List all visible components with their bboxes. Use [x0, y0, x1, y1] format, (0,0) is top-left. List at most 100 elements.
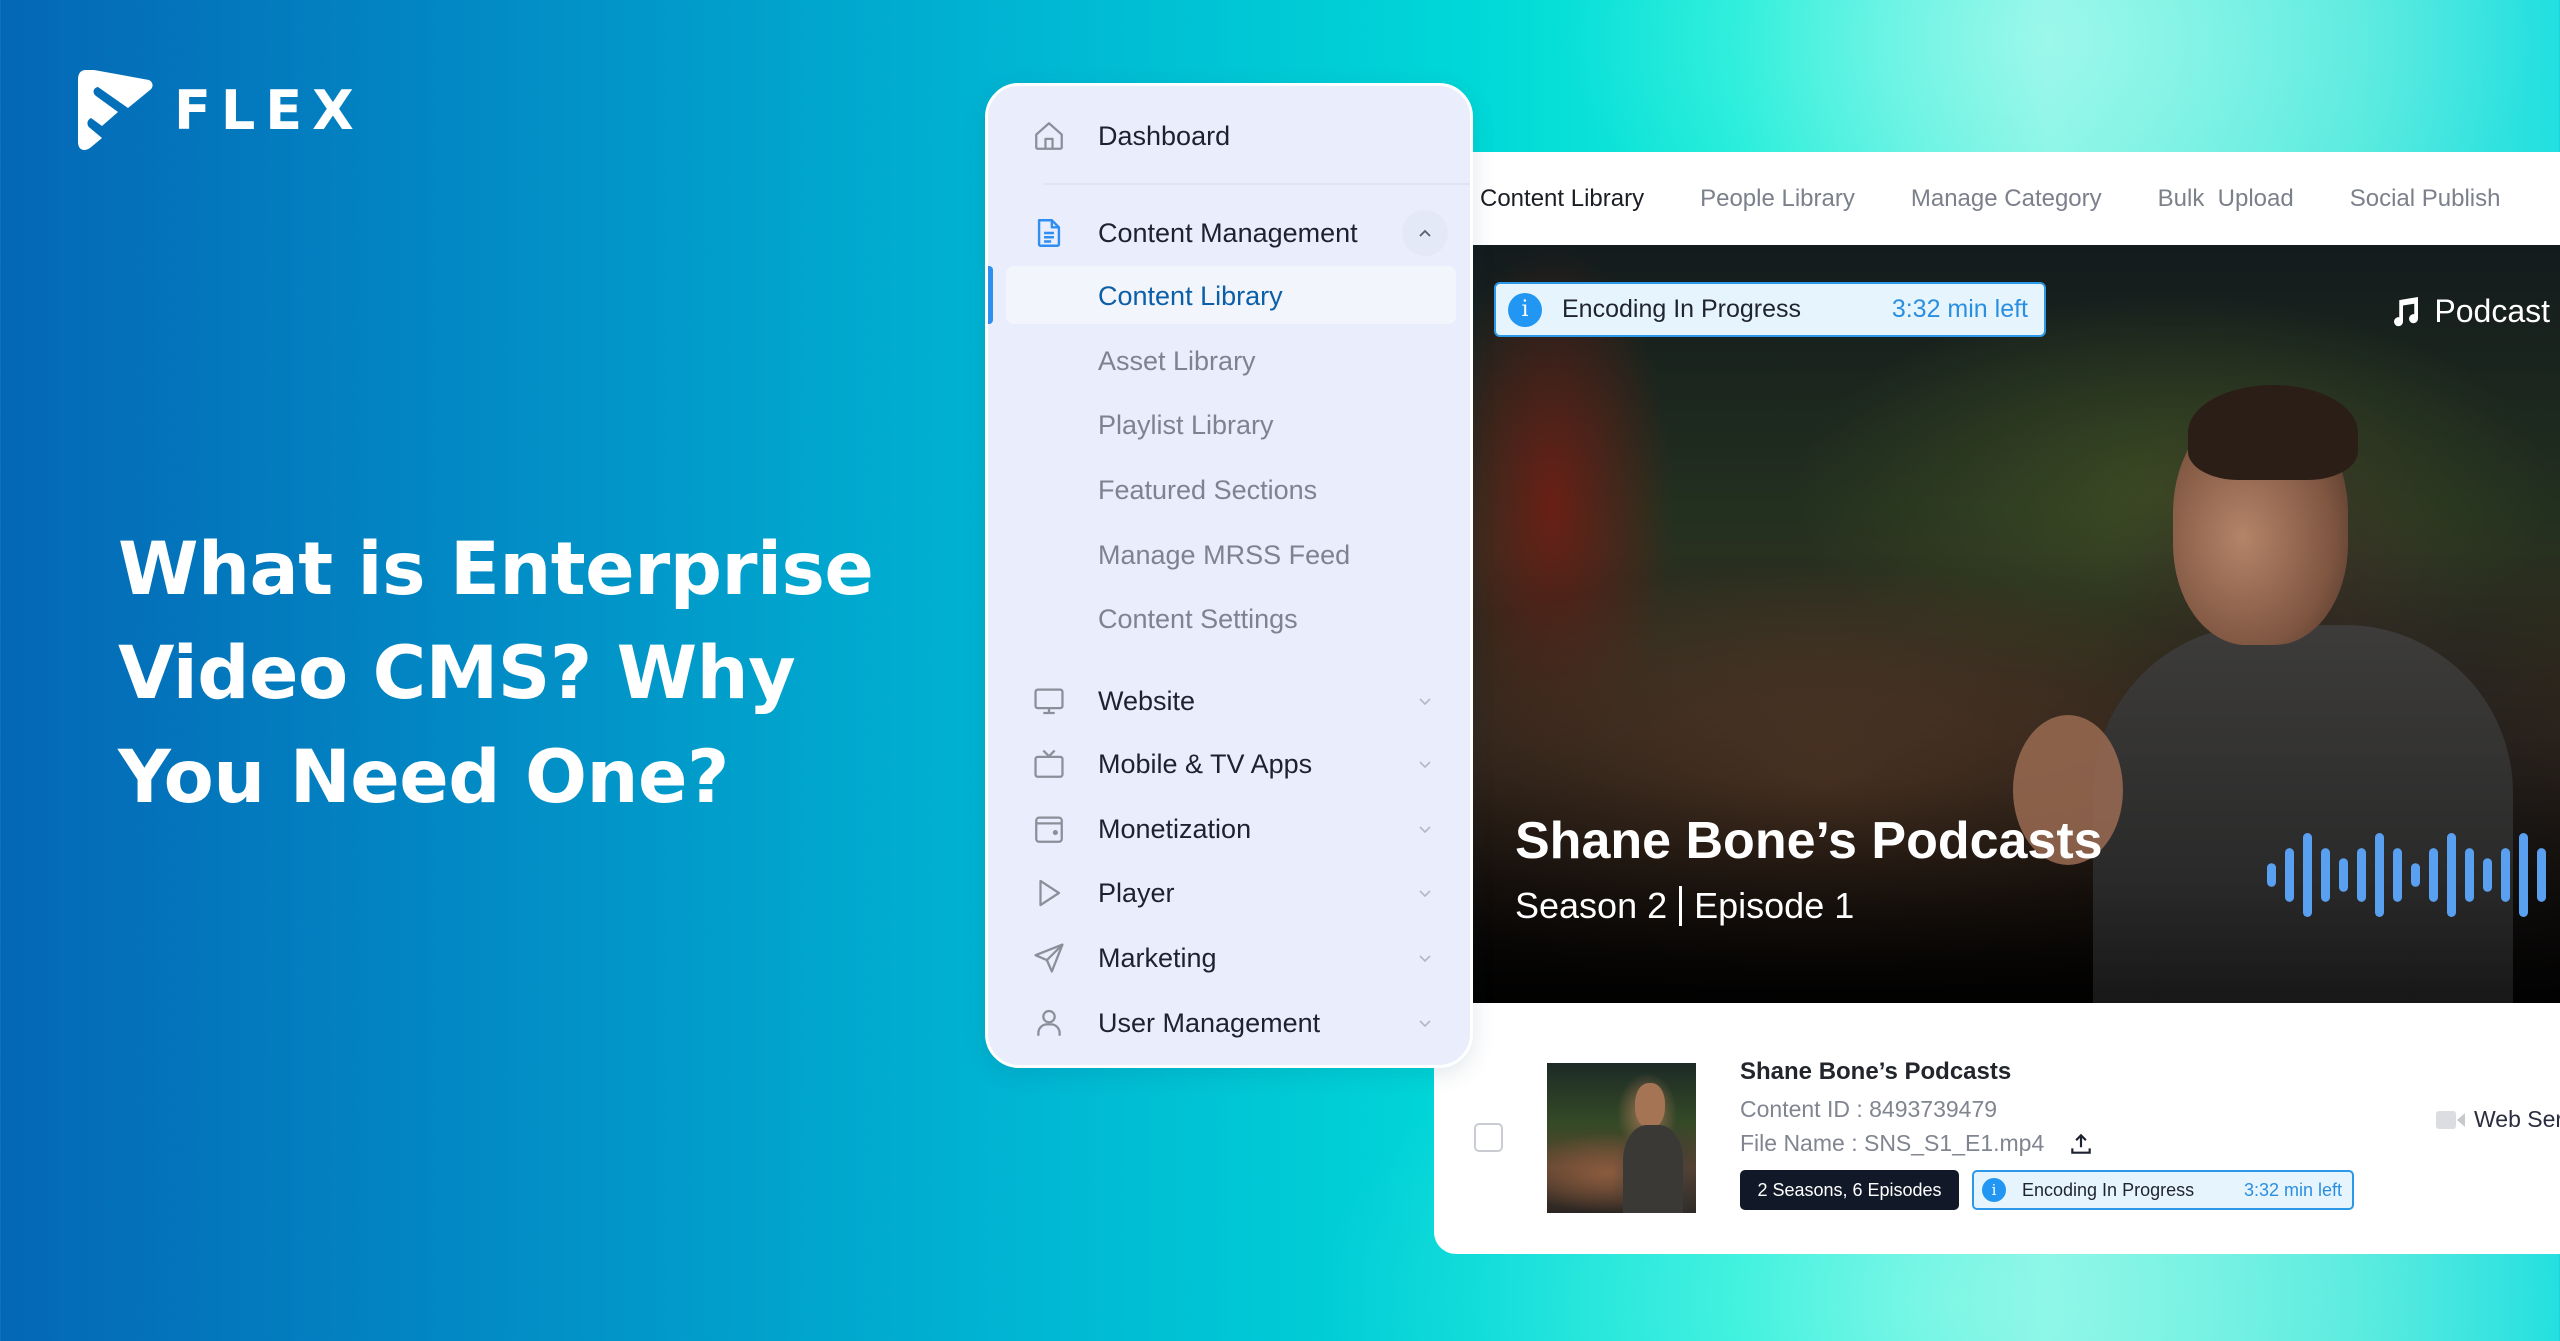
content-type-label: Web Ser	[2474, 1106, 2560, 1132]
content-tabs: Content Library People Library Manage Ca…	[1473, 152, 2560, 245]
sidebar-subitem-content-library[interactable]: Content Library	[988, 266, 1470, 326]
waveform-bar	[2321, 848, 2330, 902]
waveform-bar	[2537, 848, 2546, 902]
thumbnail-speaker-body	[1623, 1125, 1683, 1213]
separator	[1679, 886, 1683, 926]
chevron-down-icon[interactable]	[1408, 941, 1442, 975]
waveform-bar	[2267, 863, 2276, 887]
home-icon	[1031, 118, 1067, 154]
tab-people-library[interactable]: People Library	[1700, 185, 1855, 213]
tab-bulk-upload[interactable]: Bulk Upload	[2158, 185, 2294, 213]
sidebar-item-website[interactable]: Website	[988, 671, 1470, 731]
sidebar-subitem-content-settings[interactable]: Content Settings	[988, 589, 1470, 649]
sidebar-subitem-label: Content Library	[1098, 280, 1283, 311]
waveform-bar	[2519, 833, 2528, 917]
document-icon	[1031, 215, 1067, 251]
audio-waveform	[2267, 833, 2546, 917]
content-row[interactable]: Shane Bone’s Podcasts Content ID : 84937…	[1434, 1003, 2560, 1254]
encoding-label: Encoding In Progress	[2022, 1179, 2195, 1200]
chevron-down-icon[interactable]	[1408, 684, 1442, 718]
play-icon	[1031, 875, 1067, 911]
sidebar-item-label: Marketing	[1098, 942, 1217, 973]
sidebar-item-label: Website	[1098, 685, 1196, 716]
sidebar-item-user-management[interactable]: User Management	[988, 993, 1470, 1053]
thumbnail-speaker-head	[1635, 1083, 1665, 1128]
encoding-time-left: 3:32 min left	[1891, 295, 2028, 323]
sidebar-item-label: Player	[1098, 877, 1175, 908]
headline-line-1: What is Enterprise	[118, 527, 874, 612]
encoding-time-left: 3:32 min left	[2243, 1179, 2342, 1200]
content-type-tag: Podcast	[2388, 293, 2550, 330]
hero-image-speaker-hair	[2188, 385, 2358, 480]
sidebar-item-label: Monetization	[1098, 813, 1252, 844]
sidebar-subitem-asset-library[interactable]: Asset Library	[988, 331, 1470, 391]
monitor-icon	[1031, 683, 1067, 719]
logo-text: FLEX	[174, 78, 364, 142]
chevron-down-icon[interactable]	[1408, 1006, 1442, 1040]
sidebar-subitem-label: Playlist Library	[1098, 409, 1274, 440]
hero-title: Shane Bone’s Podcasts	[1515, 812, 2103, 870]
hero-episode: Episode 1	[1694, 885, 1855, 926]
tab-content-library[interactable]: Content Library	[1480, 185, 1644, 213]
sidebar-item-player[interactable]: Player	[988, 863, 1470, 923]
video-camera-icon	[2436, 1110, 2465, 1129]
seasons-badge: 2 Seasons, 6 Episodes	[1740, 1170, 1959, 1210]
sidebar-subitem-featured-sections[interactable]: Featured Sections	[988, 460, 1470, 520]
hero-preview[interactable]: i Encoding In Progress 3:32 min left Pod…	[1473, 245, 2560, 1003]
sidebar-item-label: User Management	[1098, 1007, 1321, 1038]
headline-line-2: Video CMS? Why	[118, 631, 796, 716]
flex-play-logo-icon	[78, 70, 153, 150]
sidebar-divider	[1043, 183, 1470, 185]
hero-image-speaker-body	[2093, 625, 2513, 1003]
sidebar-item-label: Content Management	[1098, 217, 1358, 248]
sidebar-item-marketing[interactable]: Marketing	[988, 928, 1470, 988]
send-icon	[1031, 940, 1067, 976]
flex-logo: FLEX	[78, 68, 364, 152]
waveform-bar	[2339, 858, 2348, 892]
chevron-down-icon[interactable]	[1408, 876, 1442, 910]
content-title[interactable]: Shane Bone’s Podcasts	[1740, 1058, 2011, 1086]
waveform-bar	[2429, 848, 2438, 902]
sidebar-item-mobile-tv-apps[interactable]: Mobile & TV Apps	[988, 734, 1470, 794]
info-icon: i	[1982, 1178, 2006, 1202]
chevron-up-icon[interactable]	[1402, 210, 1448, 256]
sidebar-item-label: Dashboard	[1098, 120, 1231, 151]
content-thumbnail[interactable]	[1547, 1063, 1696, 1213]
waveform-bar	[2411, 863, 2420, 887]
sidebar-item-dashboard[interactable]: Dashboard	[988, 106, 1470, 166]
tab-manage-category[interactable]: Manage Category	[1911, 185, 2102, 213]
encoding-status-badge: i Encoding In Progress 3:32 min left	[1494, 282, 2046, 337]
chevron-down-icon[interactable]	[1408, 747, 1442, 781]
tv-icon	[1031, 746, 1067, 782]
row-checkbox[interactable]	[1474, 1123, 1503, 1152]
sidebar-subitem-label: Featured Sections	[1098, 474, 1318, 505]
sidebar-item-label: Mobile & TV Apps	[1098, 748, 1313, 779]
hero-season-episode: Season 2 Episode 1	[1515, 885, 1854, 927]
content-type: Web Ser	[2436, 1106, 2560, 1133]
waveform-bar	[2501, 848, 2510, 902]
hero-season: Season 2	[1515, 885, 1668, 926]
upload-icon[interactable]	[2068, 1131, 2094, 1157]
sidebar-item-content-management[interactable]: Content Management	[988, 203, 1470, 263]
sidebar-subitem-label: Asset Library	[1098, 345, 1256, 376]
sidebar-item-monetization[interactable]: Monetization	[988, 799, 1470, 859]
info-icon: i	[1508, 292, 1542, 327]
encoding-label: Encoding In Progress	[1562, 295, 1802, 323]
waveform-bar	[2393, 848, 2402, 902]
chevron-down-icon[interactable]	[1408, 812, 1442, 846]
sidebar: Dashboard Content Management Content Lib…	[985, 83, 1473, 1068]
content-file-name: File Name : SNS_S1_E1.mp4	[1740, 1130, 2045, 1156]
headline: What is Enterprise Video CMS? Why You Ne…	[118, 518, 878, 830]
headline-line-3: You Need One?	[118, 735, 729, 820]
wallet-icon	[1031, 811, 1067, 847]
sidebar-subitem-playlist-library[interactable]: Playlist Library	[988, 395, 1470, 455]
waveform-bar	[2285, 848, 2294, 902]
sidebar-subitem-manage-mrss-feed[interactable]: Manage MRSS Feed	[988, 525, 1470, 585]
encoding-status-badge: i Encoding In Progress 3:32 min left	[1972, 1170, 2354, 1210]
content-list-card: Shane Bone’s Podcasts Content ID : 84937…	[1434, 1003, 2560, 1254]
user-icon	[1031, 1005, 1067, 1041]
music-note-icon	[2394, 296, 2419, 326]
waveform-bar	[2357, 848, 2366, 902]
content-id: Content ID : 8493739479	[1740, 1096, 1998, 1122]
tab-social-publish[interactable]: Social Publish	[2350, 185, 2501, 213]
